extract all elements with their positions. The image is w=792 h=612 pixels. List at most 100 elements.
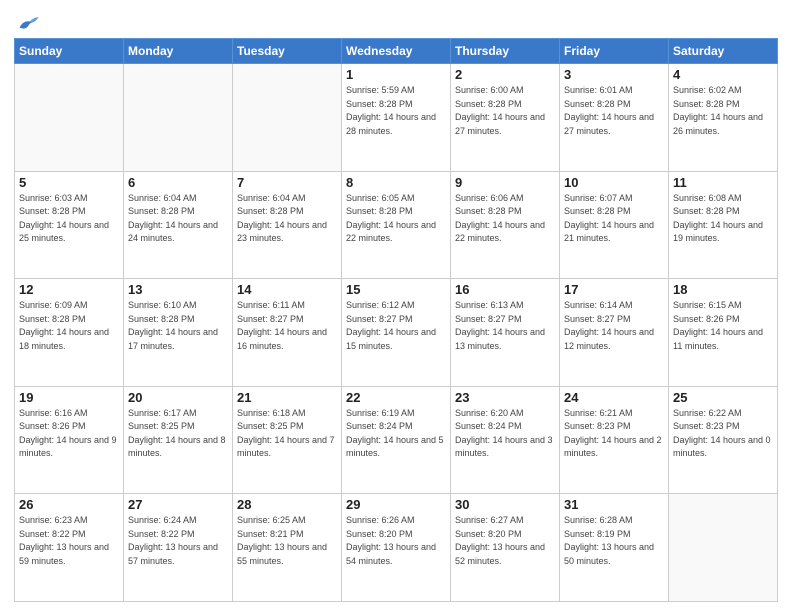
- day-info: Sunrise: 6:18 AMSunset: 8:25 PMDaylight:…: [237, 407, 337, 461]
- calendar-cell: [124, 64, 233, 172]
- calendar-header-row: SundayMondayTuesdayWednesdayThursdayFrid…: [15, 39, 778, 64]
- logo-bird-icon: [18, 14, 40, 32]
- header: [14, 10, 778, 32]
- calendar-cell: 2 Sunrise: 6:00 AMSunset: 8:28 PMDaylight…: [451, 64, 560, 172]
- weekday-header-friday: Friday: [560, 39, 669, 64]
- day-number: 13: [128, 282, 228, 297]
- calendar-cell: 9 Sunrise: 6:06 AMSunset: 8:28 PMDaylight…: [451, 171, 560, 279]
- day-info: Sunrise: 6:10 AMSunset: 8:28 PMDaylight:…: [128, 299, 228, 353]
- day-number: 18: [673, 282, 773, 297]
- day-number: 5: [19, 175, 119, 190]
- weekday-header-tuesday: Tuesday: [233, 39, 342, 64]
- day-number: 2: [455, 67, 555, 82]
- day-number: 22: [346, 390, 446, 405]
- day-info: Sunrise: 6:04 AMSunset: 8:28 PMDaylight:…: [128, 192, 228, 246]
- weekday-header-monday: Monday: [124, 39, 233, 64]
- day-info: Sunrise: 6:11 AMSunset: 8:27 PMDaylight:…: [237, 299, 337, 353]
- calendar-cell: 18 Sunrise: 6:15 AMSunset: 8:26 PMDayligh…: [669, 279, 778, 387]
- day-number: 11: [673, 175, 773, 190]
- calendar-cell: 31 Sunrise: 6:28 AMSunset: 8:19 PMDayligh…: [560, 494, 669, 602]
- day-info: Sunrise: 6:08 AMSunset: 8:28 PMDaylight:…: [673, 192, 773, 246]
- page: SundayMondayTuesdayWednesdayThursdayFrid…: [0, 0, 792, 612]
- day-info: Sunrise: 6:04 AMSunset: 8:28 PMDaylight:…: [237, 192, 337, 246]
- weekday-header-saturday: Saturday: [669, 39, 778, 64]
- logo-area: [14, 10, 42, 32]
- day-info: Sunrise: 6:07 AMSunset: 8:28 PMDaylight:…: [564, 192, 664, 246]
- calendar-cell: 15Sunrise: 6:12 AMSunset: 8:27 PMDayligh…: [342, 279, 451, 387]
- calendar-cell: 6 Sunrise: 6:04 AMSunset: 8:28 PMDaylight…: [124, 171, 233, 279]
- calendar-week-row: 5Sunrise: 6:03 AMSunset: 8:28 PMDaylight…: [15, 171, 778, 279]
- day-number: 29: [346, 497, 446, 512]
- day-info: Sunrise: 6:24 AMSunset: 8:22 PMDaylight:…: [128, 514, 228, 568]
- calendar-cell: 17Sunrise: 6:14 AMSunset: 8:27 PMDayligh…: [560, 279, 669, 387]
- calendar-cell: 12 Sunrise: 6:09 AMSunset: 8:28 PMDayligh…: [15, 279, 124, 387]
- calendar-week-row: 1 Sunrise: 5:59 AMSunset: 8:28 PMDaylight…: [15, 64, 778, 172]
- calendar-cell: 11 Sunrise: 6:08 AMSunset: 8:28 PMDayligh…: [669, 171, 778, 279]
- day-number: 8: [346, 175, 446, 190]
- calendar-cell: 23 Sunrise: 6:20 AMSunset: 8:24 PMDayligh…: [451, 386, 560, 494]
- calendar-week-row: 12 Sunrise: 6:09 AMSunset: 8:28 PMDayligh…: [15, 279, 778, 387]
- day-number: 16: [455, 282, 555, 297]
- day-number: 20: [128, 390, 228, 405]
- day-number: 27: [128, 497, 228, 512]
- calendar-cell: 16Sunrise: 6:13 AMSunset: 8:27 PMDayligh…: [451, 279, 560, 387]
- day-number: 28: [237, 497, 337, 512]
- calendar-cell: 14 Sunrise: 6:11 AMSunset: 8:27 PMDayligh…: [233, 279, 342, 387]
- day-info: Sunrise: 6:28 AMSunset: 8:19 PMDaylight:…: [564, 514, 664, 568]
- day-info: Sunrise: 6:05 AMSunset: 8:28 PMDaylight:…: [346, 192, 446, 246]
- day-number: 10: [564, 175, 664, 190]
- day-info: Sunrise: 6:25 AMSunset: 8:21 PMDaylight:…: [237, 514, 337, 568]
- calendar-week-row: 26 Sunrise: 6:23 AMSunset: 8:22 PMDayligh…: [15, 494, 778, 602]
- day-number: 26: [19, 497, 119, 512]
- day-info: Sunrise: 6:06 AMSunset: 8:28 PMDaylight:…: [455, 192, 555, 246]
- calendar-cell: [669, 494, 778, 602]
- day-number: 31: [564, 497, 664, 512]
- calendar-cell: 21Sunrise: 6:18 AMSunset: 8:25 PMDayligh…: [233, 386, 342, 494]
- day-number: 3: [564, 67, 664, 82]
- calendar-cell: 19Sunrise: 6:16 AMSunset: 8:26 PMDayligh…: [15, 386, 124, 494]
- day-info: Sunrise: 6:14 AMSunset: 8:27 PMDaylight:…: [564, 299, 664, 353]
- calendar-cell: 8 Sunrise: 6:05 AMSunset: 8:28 PMDaylight…: [342, 171, 451, 279]
- calendar-week-row: 19Sunrise: 6:16 AMSunset: 8:26 PMDayligh…: [15, 386, 778, 494]
- day-info: Sunrise: 6:00 AMSunset: 8:28 PMDaylight:…: [455, 84, 555, 138]
- calendar-table: SundayMondayTuesdayWednesdayThursdayFrid…: [14, 38, 778, 602]
- calendar-cell: 24Sunrise: 6:21 AMSunset: 8:23 PMDayligh…: [560, 386, 669, 494]
- calendar-cell: [15, 64, 124, 172]
- day-info: Sunrise: 6:26 AMSunset: 8:20 PMDaylight:…: [346, 514, 446, 568]
- day-number: 23: [455, 390, 555, 405]
- weekday-header-sunday: Sunday: [15, 39, 124, 64]
- calendar-cell: 28 Sunrise: 6:25 AMSunset: 8:21 PMDayligh…: [233, 494, 342, 602]
- calendar-cell: 13 Sunrise: 6:10 AMSunset: 8:28 PMDayligh…: [124, 279, 233, 387]
- day-number: 4: [673, 67, 773, 82]
- calendar-cell: 27 Sunrise: 6:24 AMSunset: 8:22 PMDayligh…: [124, 494, 233, 602]
- day-info: Sunrise: 6:02 AMSunset: 8:28 PMDaylight:…: [673, 84, 773, 138]
- day-number: 24: [564, 390, 664, 405]
- day-number: 15: [346, 282, 446, 297]
- day-info: Sunrise: 6:23 AMSunset: 8:22 PMDaylight:…: [19, 514, 119, 568]
- day-info: Sunrise: 6:22 AMSunset: 8:23 PMDaylight:…: [673, 407, 773, 461]
- calendar-cell: 3 Sunrise: 6:01 AMSunset: 8:28 PMDaylight…: [560, 64, 669, 172]
- day-number: 25: [673, 390, 773, 405]
- day-info: Sunrise: 5:59 AMSunset: 8:28 PMDaylight:…: [346, 84, 446, 138]
- day-info: Sunrise: 6:09 AMSunset: 8:28 PMDaylight:…: [19, 299, 119, 353]
- day-number: 30: [455, 497, 555, 512]
- calendar-cell: [233, 64, 342, 172]
- day-number: 14: [237, 282, 337, 297]
- calendar-cell: 5Sunrise: 6:03 AMSunset: 8:28 PMDaylight…: [15, 171, 124, 279]
- calendar-cell: 20Sunrise: 6:17 AMSunset: 8:25 PMDayligh…: [124, 386, 233, 494]
- day-info: Sunrise: 6:01 AMSunset: 8:28 PMDaylight:…: [564, 84, 664, 138]
- day-number: 1: [346, 67, 446, 82]
- day-info: Sunrise: 6:20 AMSunset: 8:24 PMDaylight:…: [455, 407, 555, 461]
- calendar-cell: 26 Sunrise: 6:23 AMSunset: 8:22 PMDayligh…: [15, 494, 124, 602]
- day-info: Sunrise: 6:19 AMSunset: 8:24 PMDaylight:…: [346, 407, 446, 461]
- day-number: 19: [19, 390, 119, 405]
- calendar-cell: 7Sunrise: 6:04 AMSunset: 8:28 PMDaylight…: [233, 171, 342, 279]
- day-number: 6: [128, 175, 228, 190]
- day-number: 9: [455, 175, 555, 190]
- day-info: Sunrise: 6:27 AMSunset: 8:20 PMDaylight:…: [455, 514, 555, 568]
- day-number: 12: [19, 282, 119, 297]
- calendar-cell: 10 Sunrise: 6:07 AMSunset: 8:28 PMDayligh…: [560, 171, 669, 279]
- calendar-cell: 4 Sunrise: 6:02 AMSunset: 8:28 PMDaylight…: [669, 64, 778, 172]
- day-info: Sunrise: 6:15 AMSunset: 8:26 PMDaylight:…: [673, 299, 773, 353]
- calendar-cell: 1 Sunrise: 5:59 AMSunset: 8:28 PMDaylight…: [342, 64, 451, 172]
